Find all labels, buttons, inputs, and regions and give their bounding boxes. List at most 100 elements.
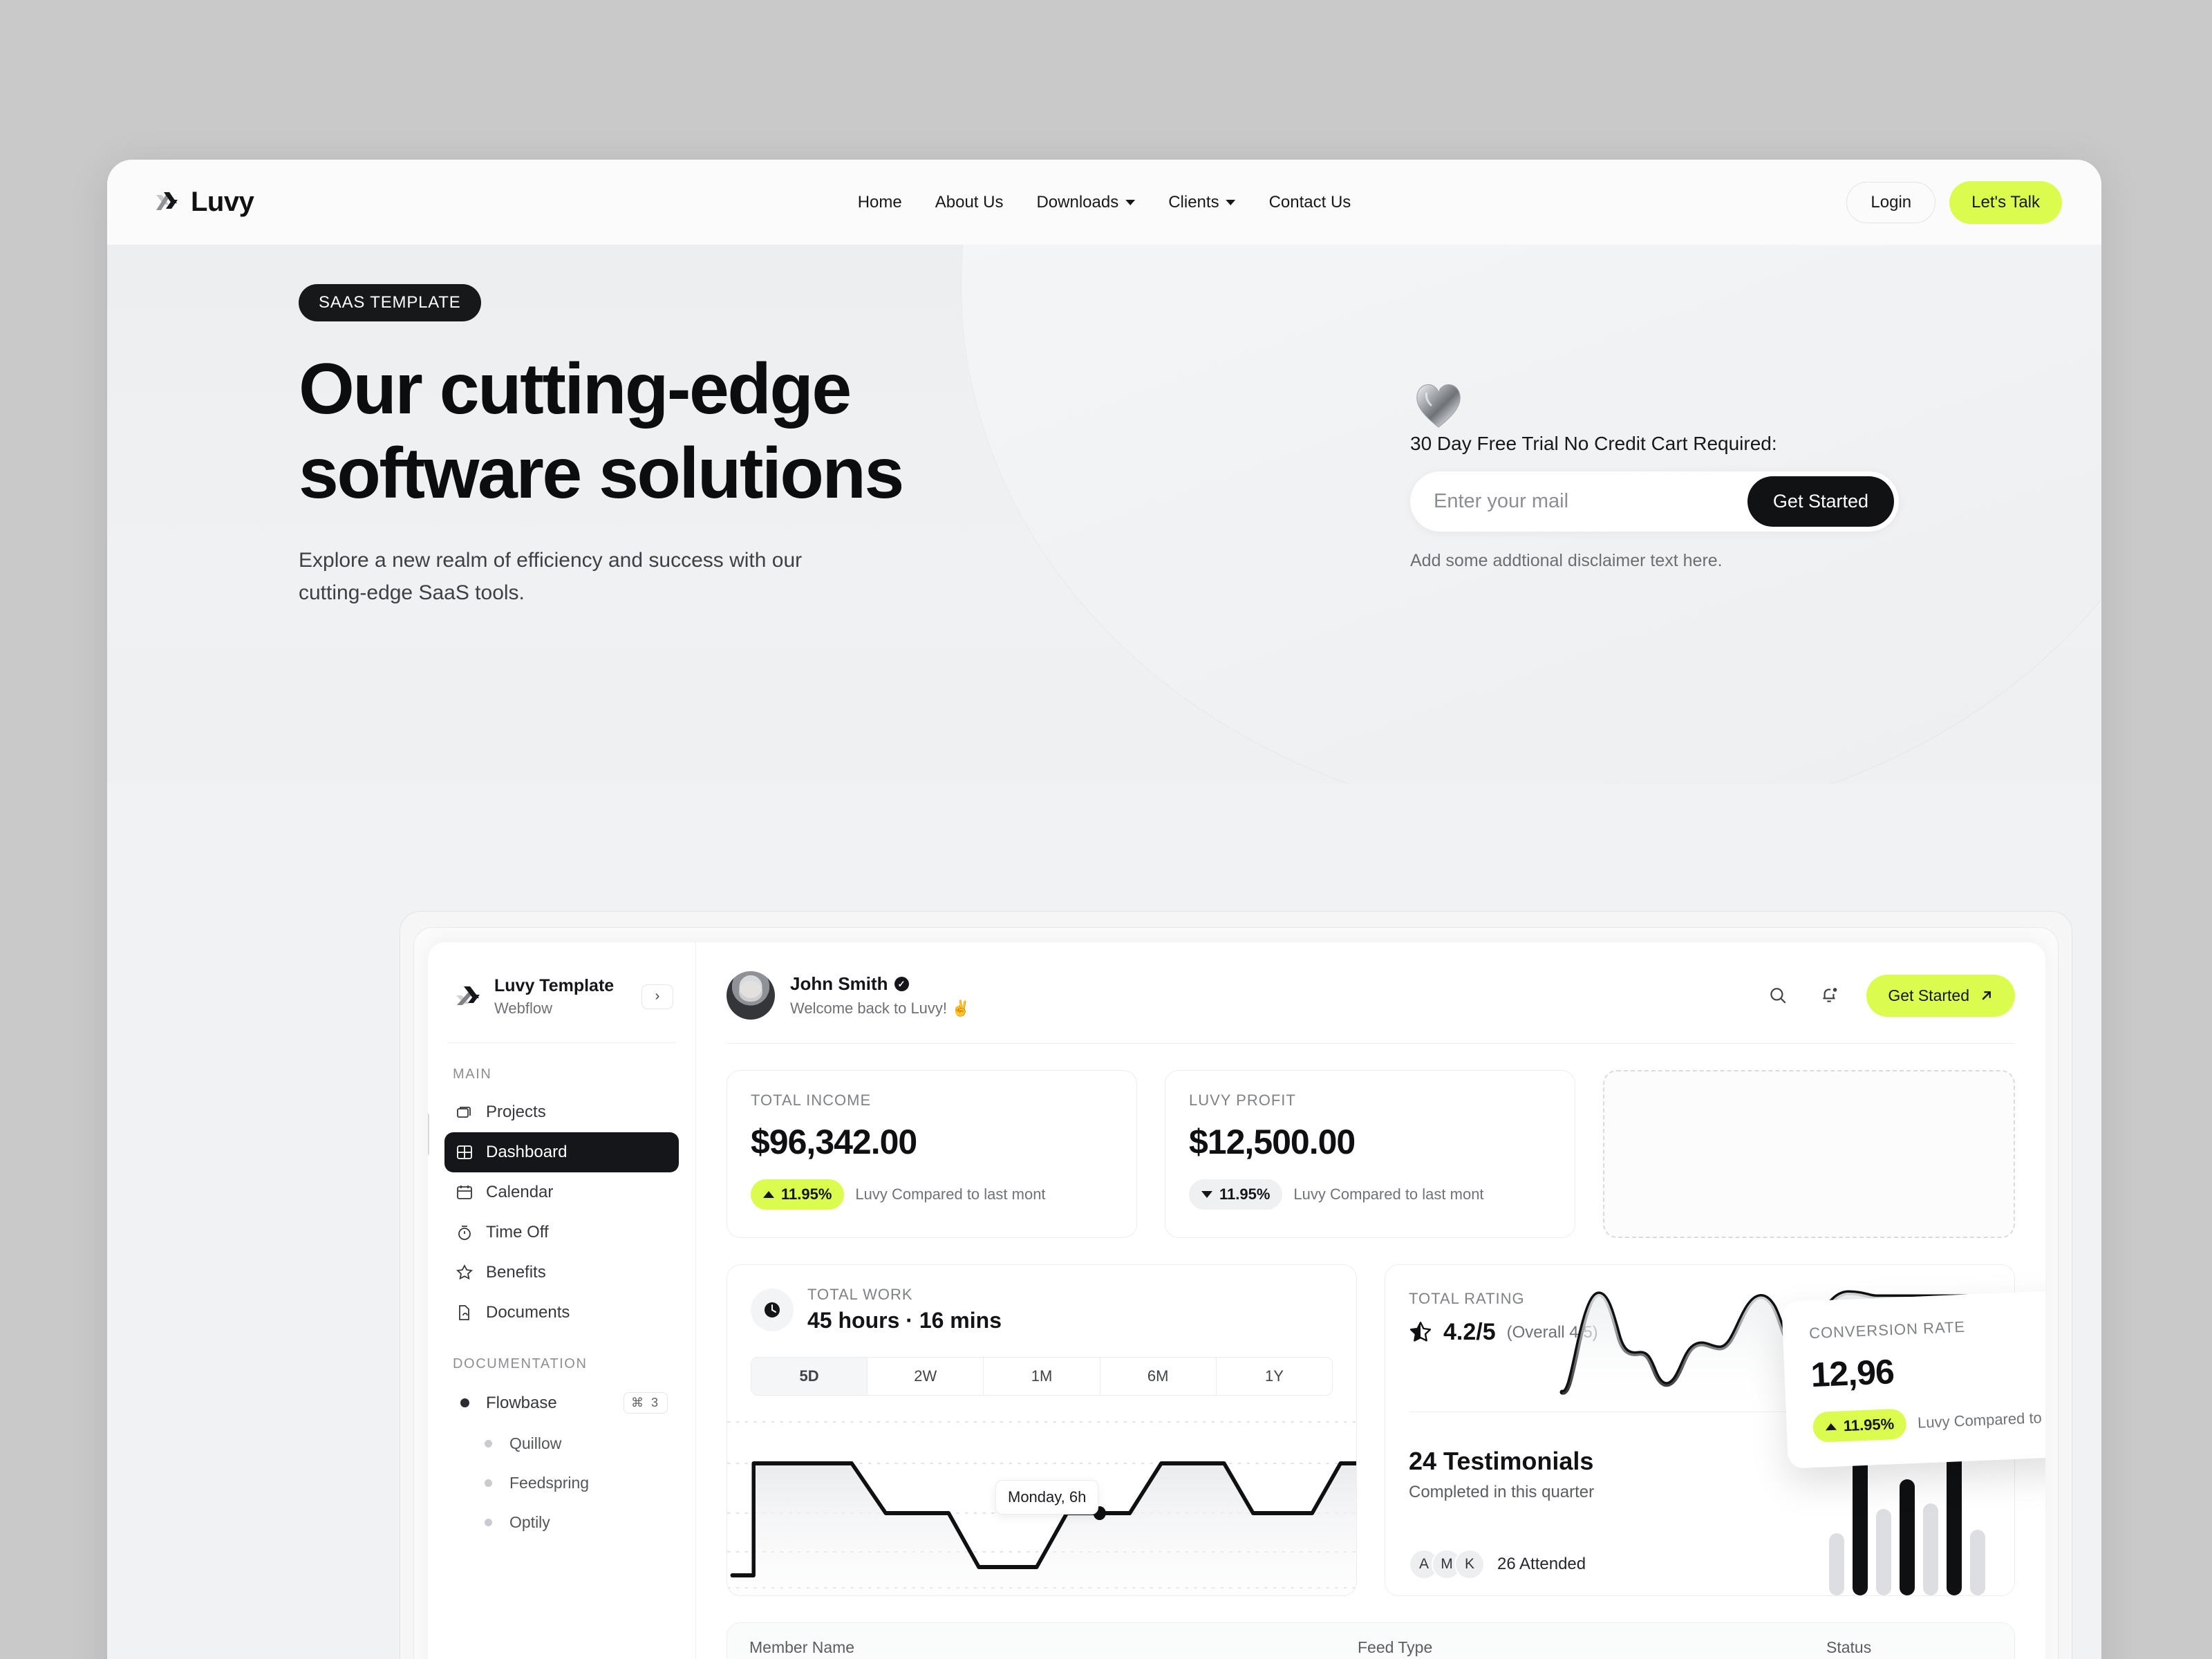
stat-note: Luvy Compared to last mont bbox=[855, 1185, 1046, 1203]
stat-label: TOTAL INCOME bbox=[751, 1091, 872, 1109]
hero-subtext: Explore a new realm of efficiency and su… bbox=[299, 549, 803, 604]
attended-count-text: 26 Attended bbox=[1497, 1555, 1586, 1573]
range-tab-5d[interactable]: 5D bbox=[751, 1358, 868, 1395]
testimonials-count: 24 Testimonials bbox=[1409, 1447, 1594, 1475]
bullet-dot-icon bbox=[479, 1474, 497, 1492]
keyboard-shortcut-badge: ⌘ 3 bbox=[623, 1392, 668, 1414]
stat-card-total-income: TOTAL INCOME $96,342.00 11.95% Luvy Comp… bbox=[727, 1070, 1137, 1238]
document-icon bbox=[456, 1304, 474, 1322]
login-button[interactable]: Login bbox=[1846, 181, 1936, 223]
testimonials-bar-chart bbox=[1829, 1447, 1991, 1595]
attendees-row: A M K 26 Attended bbox=[1409, 1549, 1594, 1580]
search-icon[interactable] bbox=[1764, 982, 1792, 1009]
timer-icon bbox=[456, 1224, 474, 1241]
stat-label: CONVERSION RATE bbox=[1808, 1318, 1966, 1342]
hero-get-started-button[interactable]: Get Started bbox=[1747, 476, 1894, 527]
chevron-down-icon bbox=[1125, 199, 1136, 205]
nav-links: Home About Us Downloads Clients Contact … bbox=[858, 193, 1351, 212]
nav-link-about-us[interactable]: About Us bbox=[935, 193, 1004, 212]
stat-note: Luvy Compared to last mont bbox=[1917, 1406, 2045, 1432]
dashboard-main: John Smith ✓ Welcome back to Luvy! ✌️ Ge… bbox=[696, 942, 2045, 1659]
stat-value: 12,96 bbox=[1810, 1352, 1895, 1395]
range-tab-6m[interactable]: 6M bbox=[1100, 1358, 1217, 1395]
delta-value: 11.95% bbox=[1219, 1185, 1271, 1203]
time-range-segmented-control: 5D 2W 1M 6M 1Y bbox=[751, 1357, 1333, 1396]
luvy-x-logo-icon bbox=[152, 188, 181, 217]
triangle-up-icon bbox=[1825, 1423, 1837, 1431]
sidebar-item-benefits[interactable]: Benefits bbox=[444, 1253, 679, 1293]
total-work-header: TOTAL WORK 45 hours · 16 mins bbox=[727, 1286, 1356, 1333]
sidebar-item-label: Flowbase bbox=[486, 1393, 557, 1412]
workspace-subtitle: Webflow bbox=[494, 1000, 552, 1018]
attendee-initial: K bbox=[1454, 1549, 1485, 1580]
sidebar-item-quillow[interactable]: Quillow bbox=[444, 1424, 679, 1463]
lets-talk-button[interactable]: Let's Talk bbox=[1949, 180, 2062, 224]
nav-link-home[interactable]: Home bbox=[858, 193, 902, 212]
avatar[interactable] bbox=[727, 971, 775, 1020]
sidebar-item-label: Calendar bbox=[486, 1183, 554, 1202]
column-header-feed-type: Feed Type bbox=[1358, 1638, 1433, 1656]
hero-heading: Our cutting-edge software solutions bbox=[299, 348, 1024, 516]
email-input[interactable] bbox=[1434, 478, 1747, 525]
stat-note: Luvy Compared to last mont bbox=[1293, 1185, 1484, 1203]
floating-conversion-rate-card[interactable]: CONVERSION RATE 12,96 11.95% Luvy Compar… bbox=[1781, 1284, 2045, 1469]
sidebar-item-feedspring[interactable]: Feedspring bbox=[444, 1463, 679, 1503]
triangle-down-icon bbox=[1201, 1191, 1212, 1198]
sidebar-item-label: Optily bbox=[509, 1513, 550, 1532]
triangle-up-icon bbox=[763, 1191, 774, 1198]
dashboard-app: Luvy Template Webflow › MAIN Projects Da… bbox=[428, 942, 2045, 1659]
nav-link-clients[interactable]: Clients bbox=[1168, 192, 1236, 212]
sidebar-item-label: Documents bbox=[486, 1303, 570, 1322]
hero-section: SAAS TEMPLATE Our cutting-edge software … bbox=[107, 245, 2101, 784]
sidebar-item-projects[interactable]: Projects bbox=[444, 1092, 679, 1132]
attendee-avatar-stack: A M K bbox=[1409, 1549, 1485, 1580]
stat-value: $96,342.00 bbox=[751, 1123, 917, 1161]
user-name: John Smith bbox=[790, 973, 888, 994]
notification-bell-icon[interactable] bbox=[1815, 982, 1843, 1009]
testimonials-subtitle: Completed in this quarter bbox=[1409, 1483, 1595, 1501]
bar-3 bbox=[1876, 1509, 1891, 1595]
range-tab-1y[interactable]: 1Y bbox=[1217, 1358, 1332, 1395]
total-work-value: 45 hours · 16 mins bbox=[807, 1308, 1002, 1333]
dashboard-sidebar: Luvy Template Webflow › MAIN Projects Da… bbox=[428, 942, 696, 1659]
browser-window: Luvy Home About Us Downloads Clients Con… bbox=[107, 160, 2101, 1659]
bullet-dot-icon bbox=[479, 1514, 497, 1532]
stat-cards-row: TOTAL INCOME $96,342.00 11.95% Luvy Comp… bbox=[727, 1070, 2015, 1238]
sidebar-item-optily[interactable]: Optily bbox=[444, 1503, 679, 1542]
site-navbar: Luvy Home About Us Downloads Clients Con… bbox=[107, 160, 2101, 245]
chevron-right-icon[interactable]: › bbox=[641, 984, 673, 1009]
workspace-switcher[interactable]: Luvy Template Webflow › bbox=[444, 942, 679, 1018]
sidebar-item-label: Projects bbox=[486, 1103, 546, 1122]
sidebar-item-time-off[interactable]: Time Off bbox=[444, 1212, 679, 1253]
sidebar-item-flowbase[interactable]: Flowbase ⌘ 3 bbox=[444, 1382, 679, 1424]
table-header-row: Member Name Feed Type Status bbox=[727, 1623, 2014, 1659]
sidebar-item-documents[interactable]: Documents bbox=[444, 1293, 679, 1333]
sidebar-item-calendar[interactable]: Calendar bbox=[444, 1172, 679, 1212]
chevron-down-icon bbox=[1226, 199, 1236, 205]
hero-badge: SAAS TEMPLATE bbox=[299, 284, 481, 321]
members-table: Member Name Feed Type Status ✓ Panda Exp… bbox=[727, 1622, 2015, 1659]
total-work-step-chart: Monday, 6h bbox=[727, 1409, 1356, 1595]
nav-link-downloads[interactable]: Downloads bbox=[1036, 193, 1136, 212]
nav-link-label: Contact Us bbox=[1268, 192, 1351, 212]
range-tab-2w[interactable]: 2W bbox=[868, 1358, 984, 1395]
nav-link-label: Clients bbox=[1168, 192, 1219, 212]
half-star-icon bbox=[1409, 1321, 1432, 1344]
stat-card-dropzone-placeholder[interactable] bbox=[1603, 1070, 2015, 1238]
stat-footer: 11.95% Luvy Compared to last mont bbox=[1812, 1397, 2045, 1443]
dashboard-header: John Smith ✓ Welcome back to Luvy! ✌️ Ge… bbox=[727, 942, 2015, 1044]
nav-link-contact-us[interactable]: Contact Us bbox=[1269, 193, 1351, 212]
dashboard-get-started-button[interactable]: Get Started bbox=[1866, 974, 2015, 1017]
sidebar-scrollbar-thumb[interactable] bbox=[428, 1112, 429, 1156]
nav-link-label: About Us bbox=[935, 192, 1004, 212]
bar-7 bbox=[1970, 1530, 1985, 1595]
brand[interactable]: Luvy bbox=[152, 187, 254, 218]
stat-card-luvy-profit: LUVY PROFIT $12,500.00 11.95% Luvy Compa… bbox=[1165, 1070, 1575, 1238]
welcome-message: Welcome back to Luvy! ✌️ bbox=[790, 1000, 971, 1017]
chart-tooltip: Monday, 6h bbox=[995, 1480, 1099, 1515]
folders-icon bbox=[456, 1103, 474, 1121]
hero-signup: 30 Day Free Trial No Credit Cart Require… bbox=[1410, 376, 1936, 571]
sidebar-item-dashboard[interactable]: Dashboard bbox=[444, 1132, 679, 1173]
range-tab-1m[interactable]: 1M bbox=[984, 1358, 1100, 1395]
dashboard-header-actions: Get Started bbox=[1764, 974, 2015, 1017]
